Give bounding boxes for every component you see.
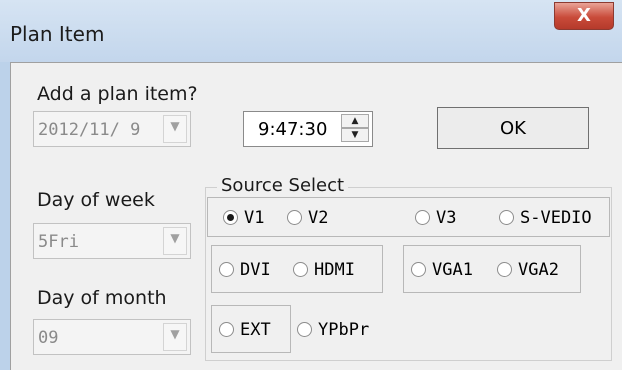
time-input[interactable]: 9:47:30 ▲ ▼ — [243, 111, 373, 147]
day-of-month-value: 09 — [38, 328, 59, 348]
ok-button[interactable]: OK — [437, 107, 589, 149]
radio-circle — [297, 322, 312, 337]
radio-circle — [293, 262, 308, 277]
spin-down-icon[interactable]: ▼ — [341, 128, 369, 142]
chevron-down-icon: ▼ — [170, 119, 180, 133]
close-button[interactable]: X — [554, 2, 614, 30]
date-value: 2012/11/ 9 — [38, 120, 141, 140]
radio-circle — [219, 262, 234, 277]
day-of-week-combobox[interactable]: 5Fri ▼ — [33, 223, 191, 259]
radio-v2-label: V2 — [308, 208, 329, 228]
radio-circle — [287, 210, 302, 225]
radio-dvi-label: DVI — [240, 260, 271, 280]
day-of-week-value: 5Fri — [38, 232, 79, 252]
radio-circle — [499, 210, 514, 225]
radio-ext-label: EXT — [240, 320, 271, 340]
radio-vga2-label: VGA2 — [518, 260, 559, 280]
day-of-month-label: Day of month — [37, 287, 167, 309]
radio-circle — [497, 262, 512, 277]
date-combobox[interactable]: 2012/11/ 9 ▼ — [33, 111, 191, 147]
radio-v1-label: V1 — [244, 208, 265, 228]
dialog-client-area: Add a plan item? 2012/11/ 9 ▼ 9:47:30 ▲ … — [10, 62, 622, 370]
radio-selected-dot — [227, 214, 234, 221]
spin-up-icon[interactable]: ▲ — [341, 114, 369, 128]
radio-circle — [219, 322, 234, 337]
radio-s-vedio-label: S-VEDIO — [520, 208, 592, 228]
radio-circle — [223, 210, 238, 225]
day-of-week-label: Day of week — [37, 189, 155, 211]
radio-vga1-label: VGA1 — [432, 260, 473, 280]
radio-hdmi-label: HDMI — [314, 260, 355, 280]
time-value: 9:47:30 — [258, 119, 328, 140]
radio-v3-label: V3 — [436, 208, 457, 228]
radio-circle — [411, 262, 426, 277]
chevron-down-icon: ▼ — [170, 231, 180, 245]
title-bar: Plan Item X — [0, 0, 622, 62]
date-dropdown-button[interactable]: ▼ — [163, 115, 187, 143]
day-of-month-combobox[interactable]: 09 ▼ — [33, 319, 191, 355]
source-select-label: Source Select — [217, 175, 349, 196]
date-label: Add a plan item? — [37, 83, 198, 105]
day-of-month-dropdown-button[interactable]: ▼ — [163, 323, 187, 351]
close-icon: X — [577, 5, 591, 26]
chevron-down-icon: ▼ — [170, 327, 180, 341]
window-title: Plan Item — [10, 22, 105, 46]
radio-ypbpr-label: YPbPr — [318, 320, 370, 340]
ok-label: OK — [500, 118, 526, 139]
time-spinner[interactable]: ▲ ▼ — [341, 114, 369, 144]
dialog-window: Plan Item X Add a plan item? 2012/11/ 9 … — [0, 0, 622, 370]
day-of-week-dropdown-button[interactable]: ▼ — [163, 227, 187, 255]
radio-circle — [415, 210, 430, 225]
